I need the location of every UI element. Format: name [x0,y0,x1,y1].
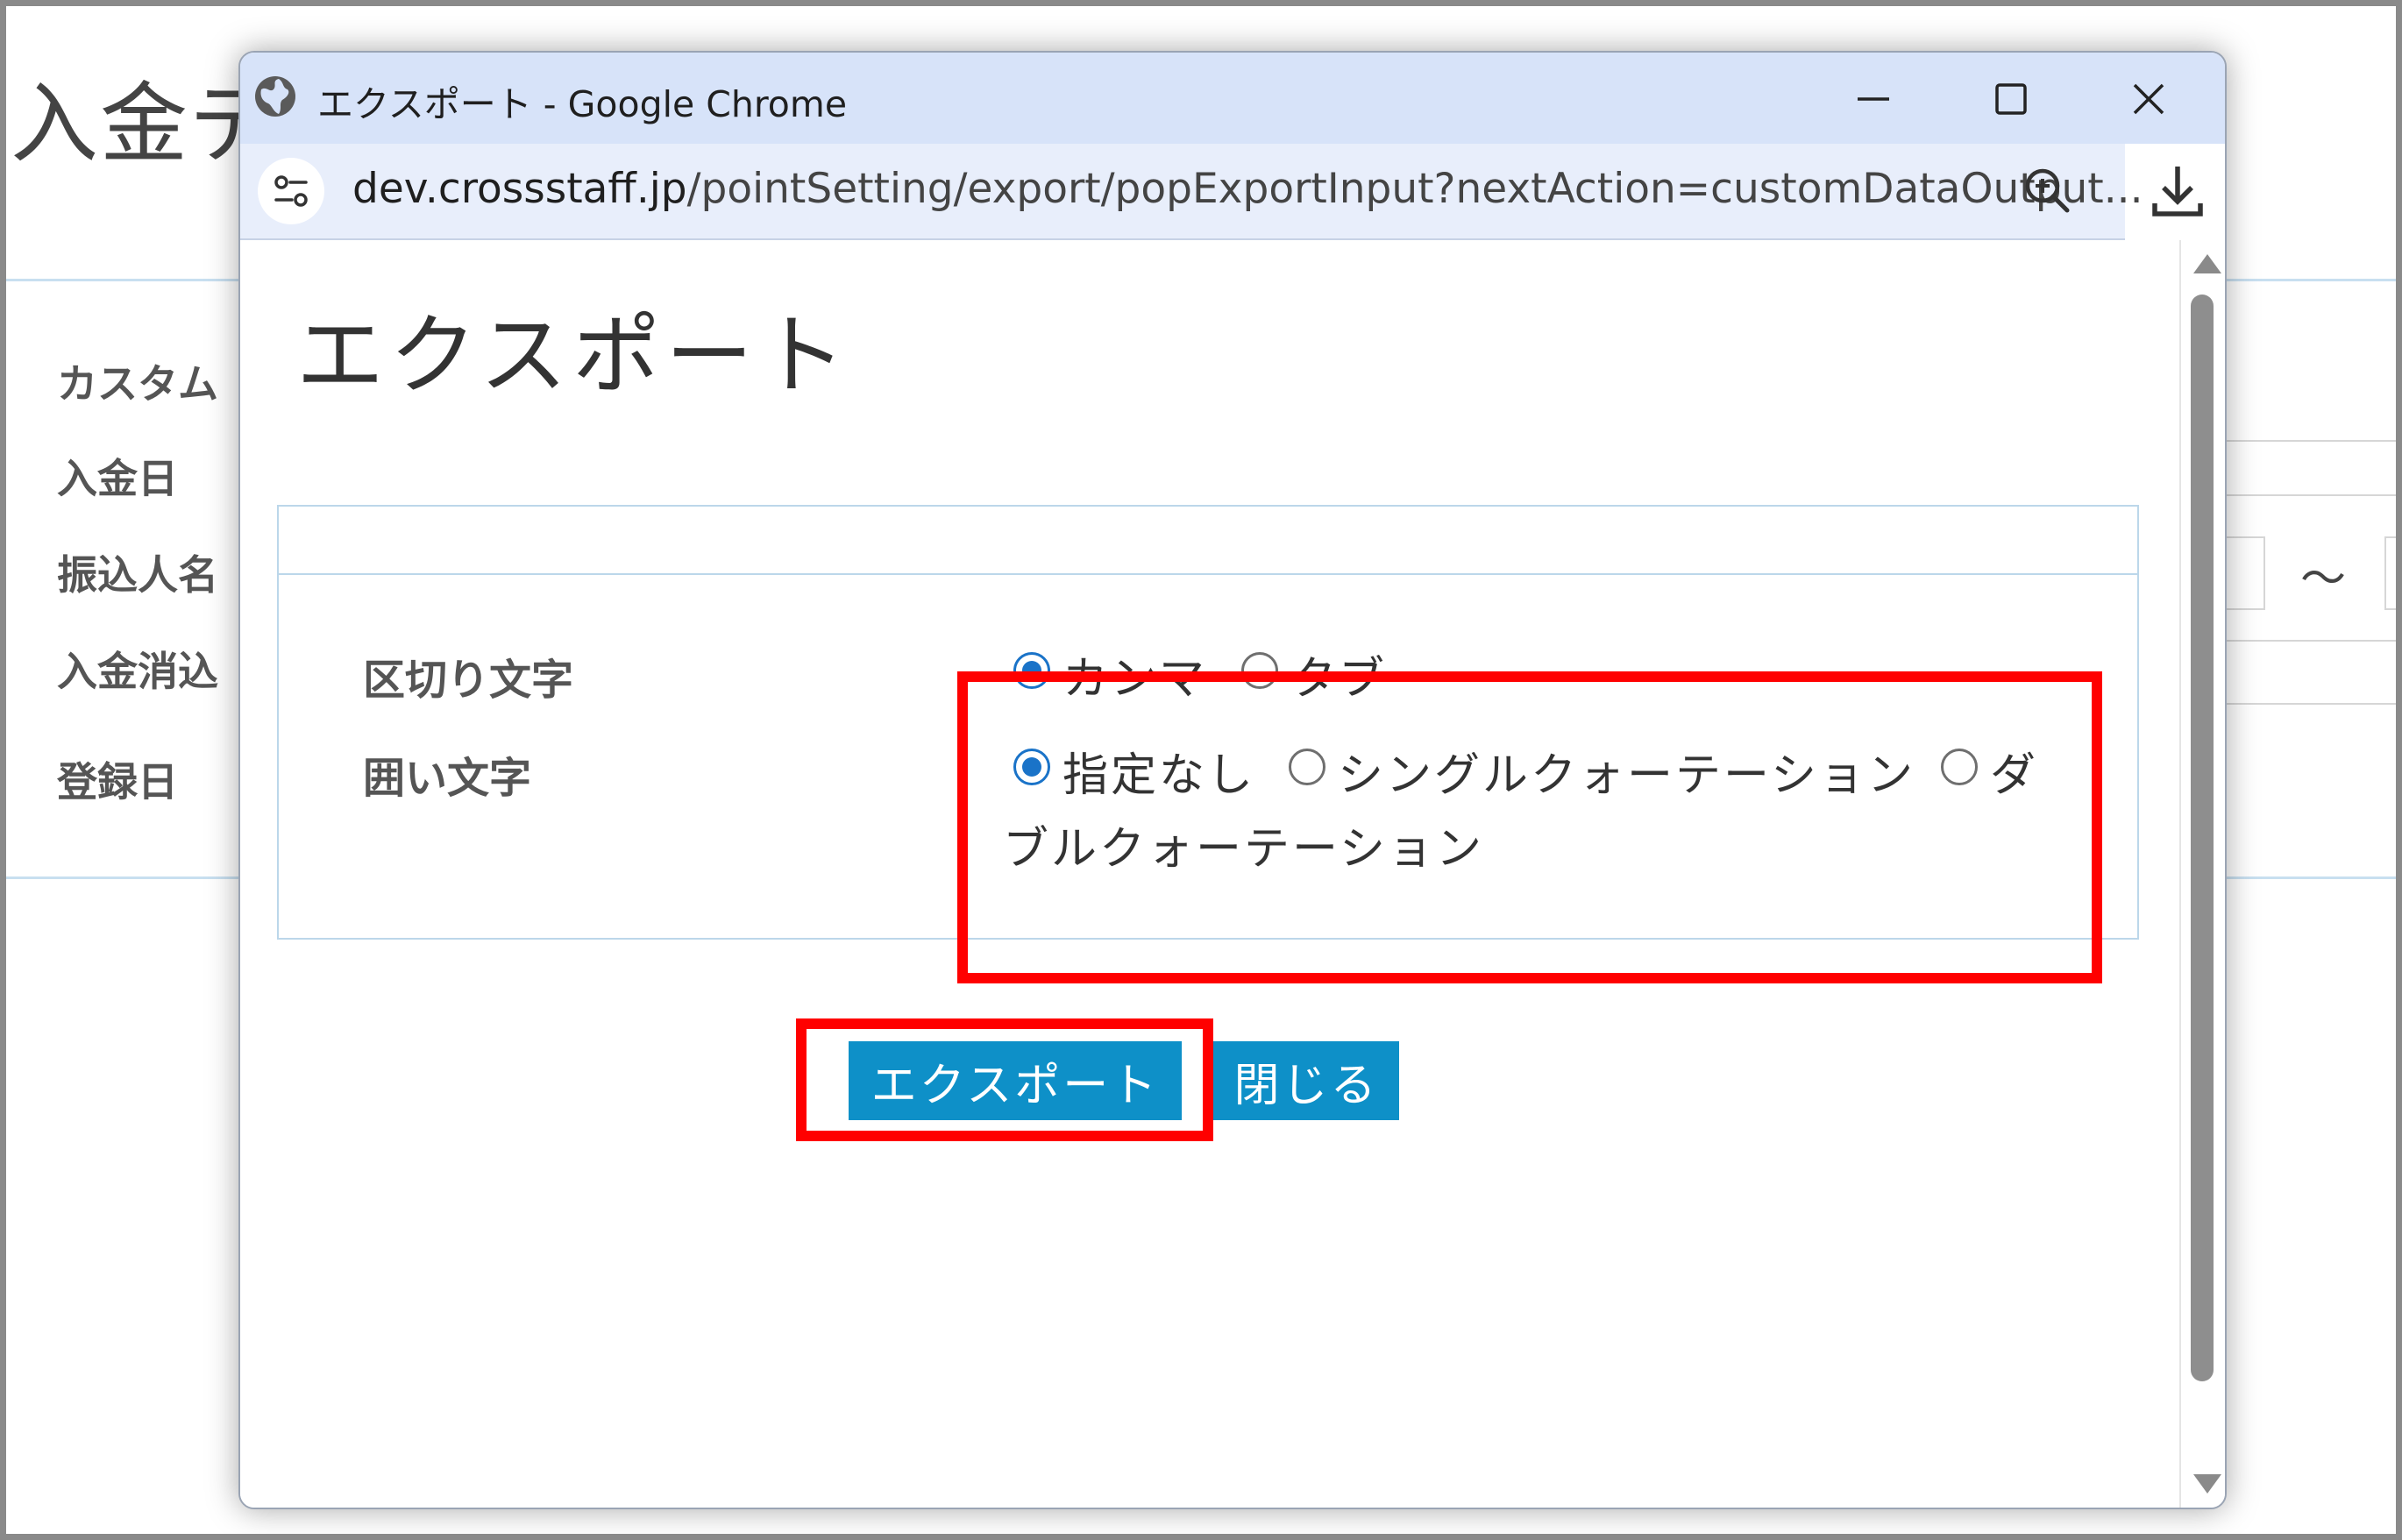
zoom-in-icon[interactable] [2020,163,2076,219]
scrollbar-thumb[interactable] [2191,295,2214,1381]
url-host: dev.crossstaff.jp [352,165,687,213]
background-input-payer-name-to[interactable] [2384,536,2402,610]
address-bar[interactable]: dev.crossstaff.jp/pointSetting/export/po… [240,144,2143,238]
option-label-comma[interactable]: カンマ [1062,642,1207,707]
window-titlebar[interactable]: エクスポート - Google Chrome [240,53,2225,144]
scroll-down-arrow-icon[interactable] [2193,1474,2221,1494]
option-label-none[interactable]: 指定なし [1062,738,1255,804]
background-range-separator: ～ [2300,553,2347,606]
maximize-icon [1995,83,2027,115]
url-text[interactable]: dev.crossstaff.jp/pointSetting/export/po… [352,165,2143,213]
background-label-payer-name: 振込人名 [57,551,218,599]
globe-icon [255,76,295,117]
window-title: エクスポート - Google Chrome [317,83,848,125]
radio-single-quote[interactable] [1289,749,1325,785]
export-popup-window: エクスポート - Google Chrome dev.crossstaff.jp… [238,51,2227,1509]
background-label-deposit-date: 入金日 [57,455,178,502]
scroll-up-arrow-icon[interactable] [2193,254,2221,273]
panel-header-divider [279,573,2137,575]
radio-comma[interactable] [1013,652,1050,689]
radio-none[interactable] [1013,749,1050,785]
background-label-custom: カスタム [57,360,218,408]
delimiter-label: 区切り文字 [363,656,574,705]
export-button[interactable]: エクスポート [849,1041,1182,1120]
option-label-single-quote[interactable]: シングルクォーテーション [1338,738,1915,804]
background-label-registered-date: 登録日 [57,758,178,805]
minimize-button[interactable] [1825,68,1922,130]
radio-tab[interactable] [1241,652,1278,689]
site-info-button[interactable] [258,158,324,224]
download-icon[interactable] [2144,158,2211,224]
popup-content: エクスポート 区切り文字 カンマ タブ 囲い文字 指定なし シングルクォーテーシ… [240,240,2179,1508]
background-label-reconciliation: 入金消込 [57,648,218,695]
vertical-scrollbar[interactable] [2179,240,2225,1508]
close-window-button[interactable] [2100,68,2197,130]
enclosure-label: 囲い文字 [363,754,532,803]
minimize-icon [1858,97,1889,101]
option-label-double-quote-part2[interactable]: ブルクォーテーション [1003,812,1484,877]
close-button[interactable]: 閉じる [1213,1041,1399,1120]
option-label-tab[interactable]: タブ [1290,642,1387,707]
site-settings-icon [274,175,308,207]
maximize-button[interactable] [1963,68,2059,130]
export-options-panel: 区切り文字 カンマ タブ 囲い文字 指定なし シングルクォーテーション ダ ブル… [277,505,2139,940]
radio-double-quote[interactable] [1941,749,1978,785]
url-path: /pointSetting/export/popExportInput?next… [686,165,2143,213]
page-title: エクスポート [296,304,851,407]
option-label-double-quote-part1[interactable]: ダ [1990,738,2038,804]
close-icon [2133,83,2164,115]
